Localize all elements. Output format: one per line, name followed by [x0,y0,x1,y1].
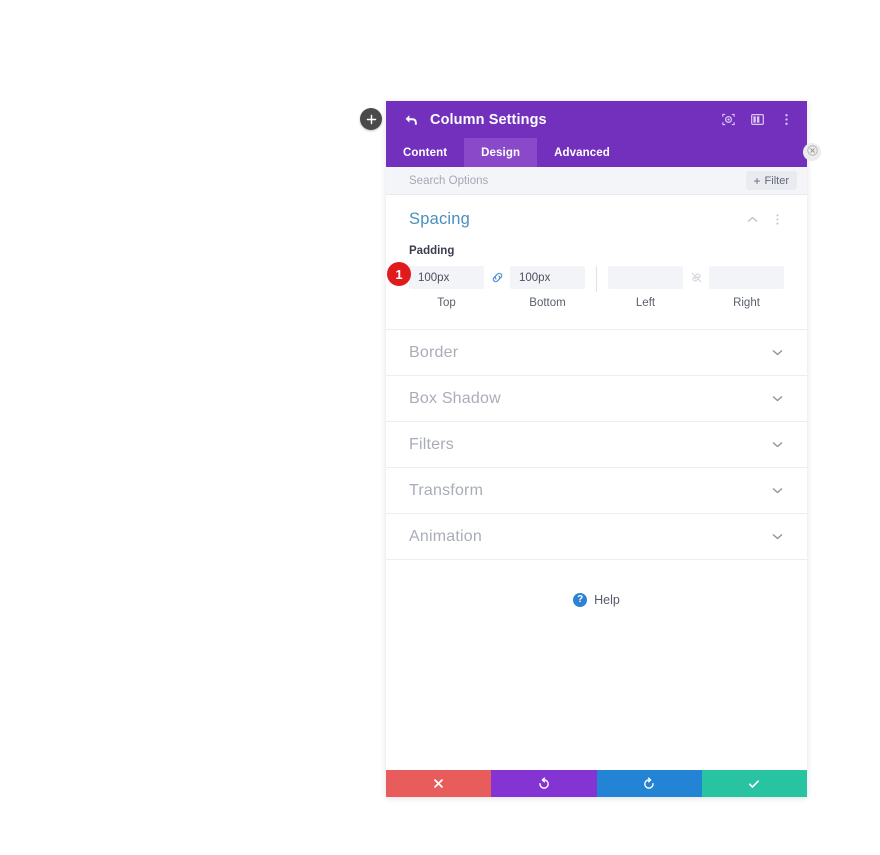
section-filters-label: Filters [409,435,454,453]
link-broken-icon[interactable] [683,270,709,285]
section-border[interactable]: Border [386,330,807,376]
back-arrow-icon[interactable] [402,111,420,129]
tab-content[interactable]: Content [386,138,464,167]
step-badge-1: 1 [387,262,411,286]
modal-body: Spacing Padding 100px Top 100px Bottom L… [386,195,807,770]
cancel-button[interactable] [386,770,492,797]
undo-button[interactable] [491,770,597,797]
chevron-down-icon [770,392,784,406]
padding-left-cell: Left [608,266,683,309]
section-box-shadow-label: Box Shadow [409,389,501,407]
spacing-section-header: Spacing [409,210,784,229]
padding-bottom-input[interactable] [510,266,585,289]
link-connected-icon[interactable] [484,270,510,285]
padding-fields-row: Top Bottom [409,266,784,309]
chevron-down-icon [770,438,784,452]
section-transform[interactable]: Transform [386,468,807,514]
spacing-section-title: Spacing [409,210,471,228]
padding-left-label: Left [635,297,656,309]
layout-columns-icon[interactable] [749,112,765,128]
spacing-header-icon-group [745,213,784,227]
help-label: Help [594,593,620,607]
close-x-icon [432,777,445,790]
padding-right-input[interactable] [709,266,784,289]
close-panel-button[interactable] [803,143,821,161]
header-icon-group [720,112,794,128]
padding-left-right-group: Left Right [608,266,784,309]
padding-left-input[interactable] [608,266,683,289]
undo-icon [537,776,551,791]
chevron-down-icon [770,484,784,498]
more-vertical-icon[interactable] [778,112,794,128]
modal-footer [386,770,807,797]
plus-icon: + [753,173,761,188]
padding-top-cell: Top [409,266,484,309]
search-input[interactable] [409,174,746,187]
padding-bottom-label: Bottom [529,297,566,309]
focus-target-icon[interactable] [720,112,736,128]
chevron-down-icon [770,530,784,544]
padding-right-label: Right [733,297,760,309]
question-circle-icon: ? [573,593,588,607]
help-row[interactable]: ? Help [386,560,807,607]
filter-button-label: Filter [764,174,789,187]
save-button[interactable] [701,770,807,797]
section-animation[interactable]: Animation [386,514,807,560]
padding-label: Padding [409,245,455,257]
tab-design[interactable]: Design [464,138,538,167]
page-title: Column Settings [430,111,547,128]
section-animation-label: Animation [409,527,482,545]
chevron-down-icon [770,346,784,360]
section-box-shadow[interactable]: Box Shadow [386,376,807,422]
search-options-row: + Filter [386,167,807,195]
tab-advanced[interactable]: Advanced [537,138,627,167]
plus-icon [366,114,377,125]
padding-top-bottom-group: Top Bottom [409,266,585,309]
close-circle-icon [806,143,818,161]
padding-bottom-cell: Bottom [510,266,585,309]
padding-top-input[interactable] [409,266,484,289]
modal-header: Column Settings [386,101,807,138]
modal-tab-bar: Content Design Advanced [386,138,807,167]
section-transform-label: Transform [409,481,484,499]
chevron-up-icon[interactable] [745,213,759,227]
padding-top-label: Top [437,297,456,309]
checkmark-icon [747,777,761,791]
redo-icon [642,776,656,791]
more-vertical-icon[interactable] [770,213,784,227]
add-element-button[interactable] [360,108,382,130]
section-border-label: Border [409,343,459,361]
spacing-section: Spacing Padding 100px Top 100px Bottom L… [386,195,807,330]
redo-button[interactable] [596,770,702,797]
column-settings-modal: Column Settings Content Design Advanced … [386,101,807,797]
padding-right-cell: Right [709,266,784,309]
section-filters[interactable]: Filters [386,422,807,468]
filter-button[interactable]: + Filter [745,171,797,190]
padding-group-divider [596,266,597,292]
